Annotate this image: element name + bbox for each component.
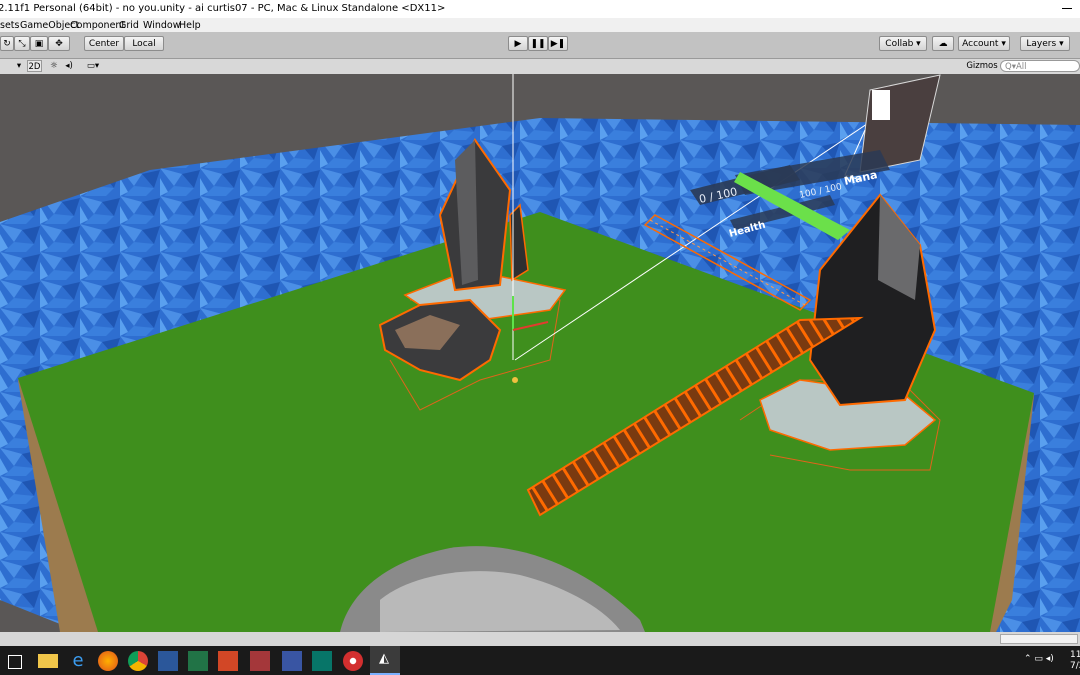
- chrome-canary-icon[interactable]: [343, 651, 363, 671]
- scale-tool-icon[interactable]: ⤡: [14, 36, 30, 51]
- clock-date[interactable]: 7/2: [1070, 661, 1080, 671]
- scene-viewport[interactable]: 0 / 100 100 / 100 Mana Health: [0, 74, 1080, 632]
- pivot-local-button[interactable]: Local: [124, 36, 164, 51]
- menu-window[interactable]: Window: [143, 20, 180, 31]
- scene-render: 0 / 100 100 / 100 Mana Health: [0, 74, 1080, 632]
- title-bar: 2.11f1 Personal (64bit) - no you.unity -…: [0, 0, 1080, 18]
- collab-button[interactable]: Collab ▾: [879, 36, 927, 51]
- account-label: Account: [962, 39, 999, 49]
- lighting-icon[interactable]: ☼: [48, 60, 60, 72]
- pivot-local-label: Local: [132, 39, 156, 49]
- rotate-tool-icon[interactable]: ↻: [0, 36, 14, 51]
- menu-assets[interactable]: sets: [0, 20, 19, 31]
- pivot-center-label: Center: [88, 39, 120, 49]
- scene-search-input[interactable]: Q▾All: [1000, 60, 1080, 72]
- task-view-icon[interactable]: [8, 655, 22, 669]
- play-button[interactable]: ▶: [508, 36, 528, 51]
- cloud-icon[interactable]: ☁: [932, 36, 954, 51]
- menu-component[interactable]: Component: [70, 20, 125, 31]
- unity-taskbar-button[interactable]: ◭: [370, 646, 400, 675]
- publisher-icon[interactable]: [312, 651, 332, 671]
- firefox-icon[interactable]: [98, 651, 118, 671]
- tray-icons[interactable]: ⌃ ▭ ◂): [1024, 654, 1054, 664]
- hud-portrait: [872, 90, 890, 120]
- clock-time[interactable]: 11:: [1070, 650, 1080, 660]
- mode-2d-button[interactable]: 2D: [27, 60, 42, 72]
- account-dropdown[interactable]: Account ▾: [958, 36, 1010, 51]
- step-button[interactable]: ▶❚: [548, 36, 568, 51]
- scene-view-header: ▾ 2D ☼ ◂) ▭▾ Gizmos ▾ Q▾All: [0, 59, 1080, 83]
- scrollbar-thumb[interactable]: [1000, 634, 1078, 644]
- transform-tool-icon[interactable]: ✥: [48, 36, 70, 51]
- chrome-icon[interactable]: [128, 651, 148, 671]
- taskbar: e ◭ ⌃ ▭ ◂) 11: 7/2: [0, 646, 1080, 675]
- audio-icon[interactable]: ◂): [63, 60, 75, 72]
- menu-bar: sets GameObject Component Grid Window He…: [0, 18, 1080, 32]
- pivot-center-button[interactable]: Center: [84, 36, 124, 51]
- visio-icon[interactable]: [282, 651, 302, 671]
- layers-label: Layers: [1026, 39, 1057, 49]
- word-icon[interactable]: [158, 651, 178, 671]
- pause-button[interactable]: ❚❚: [528, 36, 548, 51]
- minimize-icon[interactable]: [1062, 8, 1072, 9]
- main-toolbar: ↻ ⤡ ▣ ✥ Center Local ▶ ❚❚ ▶❚ Collab ▾ ☁ …: [0, 32, 1080, 59]
- edge-icon[interactable]: e: [68, 651, 88, 671]
- unity-icon: ◭: [379, 651, 389, 666]
- mode-2d-label: 2D: [28, 62, 41, 72]
- draw-mode-chevron-icon[interactable]: ▾: [14, 60, 24, 72]
- powerpoint-icon[interactable]: [218, 651, 238, 671]
- file-explorer-icon[interactable]: [38, 654, 58, 668]
- excel-icon[interactable]: [188, 651, 208, 671]
- layers-dropdown[interactable]: Layers ▾: [1020, 36, 1070, 51]
- collab-label: Collab: [885, 39, 914, 49]
- effects-icon[interactable]: ▭▾: [82, 60, 104, 72]
- horizontal-scrollbar[interactable]: [0, 632, 1080, 646]
- menu-help[interactable]: Help: [179, 20, 201, 31]
- menu-grid[interactable]: Grid: [119, 20, 139, 31]
- gizmos-label: Gizmos: [966, 61, 998, 71]
- rect-tool-icon[interactable]: ▣: [30, 36, 48, 51]
- gizmo-pivot-icon[interactable]: [512, 377, 518, 383]
- window-title: 2.11f1 Personal (64bit) - no you.unity -…: [0, 3, 446, 14]
- gizmos-dropdown[interactable]: Gizmos ▾: [966, 60, 998, 83]
- search-placeholder: Q▾All: [1005, 62, 1027, 72]
- access-icon[interactable]: [250, 651, 270, 671]
